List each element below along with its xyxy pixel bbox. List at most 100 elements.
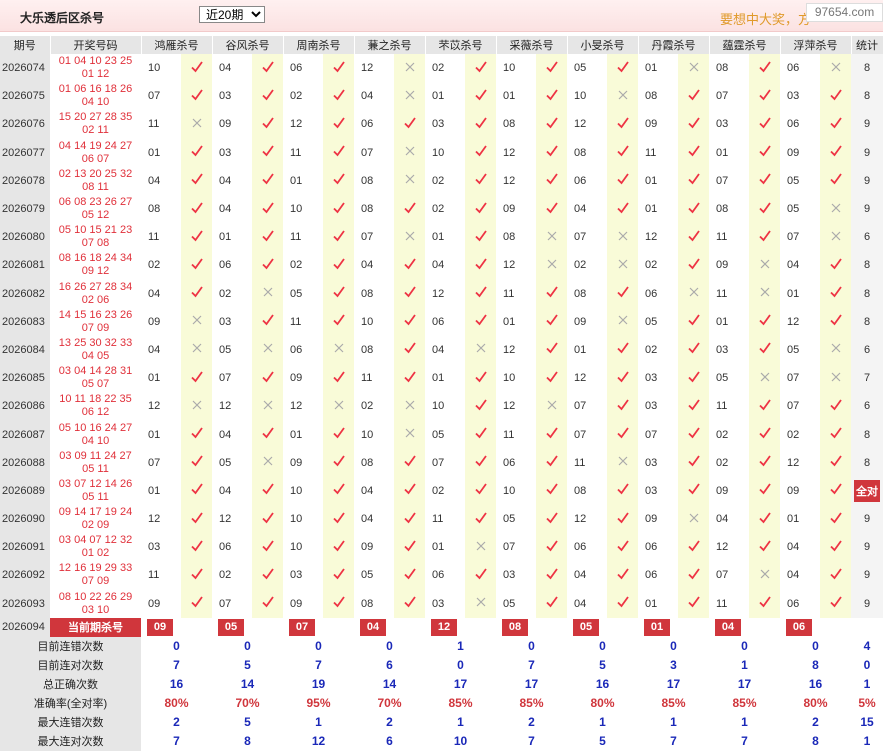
row-stat: 6 bbox=[851, 223, 883, 252]
back-numbers: 06 12 bbox=[81, 406, 110, 419]
check-icon bbox=[820, 138, 851, 167]
check-icon bbox=[749, 54, 780, 83]
draw-numbers: 02 13 20 25 32 08 11 bbox=[50, 166, 141, 195]
draw-numbers: 14 15 16 23 26 07 09 bbox=[50, 307, 141, 336]
stat-value: 7 bbox=[173, 734, 180, 749]
check-icon bbox=[465, 505, 496, 534]
current-pick: 06 bbox=[780, 617, 851, 637]
check-icon bbox=[536, 448, 567, 477]
check-icon bbox=[607, 505, 638, 534]
cross-icon bbox=[820, 223, 851, 252]
check-icon bbox=[465, 166, 496, 195]
kill-number: 12 bbox=[567, 110, 607, 139]
stat-value: 85% bbox=[661, 696, 686, 711]
range-select[interactable]: 近20期 bbox=[199, 6, 265, 23]
check-icon bbox=[252, 561, 283, 590]
stat-value: 17 bbox=[666, 677, 681, 692]
check-icon bbox=[607, 138, 638, 167]
stat-value: 0 bbox=[741, 639, 748, 654]
check-icon bbox=[678, 335, 709, 365]
col-header: 谷风杀号 bbox=[212, 36, 284, 54]
stat-value: 5% bbox=[858, 696, 876, 711]
kill-number: 11 bbox=[354, 364, 394, 393]
kill-number: 08 bbox=[709, 54, 749, 83]
check-icon bbox=[323, 54, 354, 83]
cross-icon bbox=[678, 279, 709, 308]
check-icon bbox=[323, 166, 354, 195]
check-icon bbox=[252, 476, 283, 505]
table-row: 2026075 01 06 16 18 26 04 10 07 03 02 04 01 01 10… bbox=[0, 82, 883, 111]
check-icon bbox=[323, 589, 354, 618]
kill-number: 02 bbox=[354, 392, 394, 421]
draw-numbers: 08 10 22 26 29 03 10 bbox=[50, 589, 141, 618]
check-icon bbox=[323, 82, 354, 111]
issue-number: 2026079 bbox=[0, 194, 50, 224]
kill-number: 03 bbox=[425, 589, 465, 618]
check-icon bbox=[820, 561, 851, 590]
kill-number: 04 bbox=[709, 505, 749, 534]
kill-number: 04 bbox=[212, 476, 252, 505]
check-icon bbox=[252, 589, 283, 618]
cross-icon bbox=[607, 448, 638, 477]
stat-value: 0 bbox=[244, 639, 251, 654]
cross-icon bbox=[678, 505, 709, 534]
kill-number: 05 bbox=[709, 364, 749, 393]
kill-number: 04 bbox=[354, 251, 394, 280]
kill-number: 01 bbox=[496, 82, 536, 111]
check-icon bbox=[607, 561, 638, 590]
issue-number: 2026086 bbox=[0, 392, 50, 421]
draw-numbers: 03 04 14 28 31 05 07 bbox=[50, 364, 141, 393]
back-numbers: 07 09 bbox=[81, 321, 110, 334]
cross-icon bbox=[607, 251, 638, 280]
stat-label: 准确率(全对率) bbox=[0, 693, 141, 713]
stat-value: 2 bbox=[812, 715, 819, 730]
current-pick: 12 bbox=[425, 617, 496, 637]
stat-value: 7 bbox=[670, 734, 677, 749]
site-logo[interactable]: 97654.com bbox=[806, 3, 883, 22]
check-icon bbox=[181, 82, 212, 111]
check-icon bbox=[820, 505, 851, 534]
kill-number: 09 bbox=[567, 307, 607, 336]
issue-number: 2026080 bbox=[0, 223, 50, 252]
cross-icon bbox=[465, 533, 496, 562]
stat-value: 0 bbox=[670, 639, 677, 654]
kill-number: 01 bbox=[141, 476, 181, 505]
check-icon bbox=[181, 561, 212, 590]
kill-number: 09 bbox=[354, 533, 394, 562]
kill-number: 10 bbox=[496, 476, 536, 505]
kill-number: 03 bbox=[638, 364, 678, 393]
check-icon bbox=[536, 364, 567, 393]
stat-value: 1 bbox=[315, 715, 322, 730]
stat-value: 1 bbox=[457, 715, 464, 730]
check-icon bbox=[465, 82, 496, 111]
kill-number: 10 bbox=[283, 533, 323, 562]
check-icon bbox=[820, 251, 851, 280]
table-row: 2026085 03 04 14 28 31 05 07 01 07 09 11 01 10 12… bbox=[0, 364, 883, 393]
check-icon bbox=[678, 110, 709, 139]
stat-value: 5 bbox=[244, 658, 251, 673]
front-numbers: 12 16 19 29 33 bbox=[58, 562, 133, 575]
stat-value: 2 bbox=[386, 715, 393, 730]
row-stat: 8 bbox=[851, 251, 883, 280]
stat-value: 7 bbox=[528, 734, 535, 749]
stat-value: 95% bbox=[306, 696, 331, 711]
kill-number: 12 bbox=[212, 505, 252, 534]
stat-value: 70% bbox=[377, 696, 402, 711]
check-icon bbox=[749, 392, 780, 421]
cross-icon bbox=[607, 223, 638, 252]
check-icon bbox=[181, 54, 212, 83]
kill-number: 11 bbox=[283, 138, 323, 167]
kill-number: 02 bbox=[212, 561, 252, 590]
row-stat: 9 bbox=[851, 505, 883, 534]
kill-number: 12 bbox=[212, 392, 252, 421]
check-icon bbox=[678, 533, 709, 562]
cross-icon bbox=[394, 392, 425, 421]
row-stat: 7 bbox=[851, 364, 883, 393]
check-icon bbox=[749, 589, 780, 618]
kill-number: 03 bbox=[283, 561, 323, 590]
check-icon bbox=[607, 279, 638, 308]
check-icon bbox=[465, 138, 496, 167]
row-stat: 8 bbox=[851, 54, 883, 83]
check-icon bbox=[252, 110, 283, 139]
check-icon bbox=[678, 223, 709, 252]
